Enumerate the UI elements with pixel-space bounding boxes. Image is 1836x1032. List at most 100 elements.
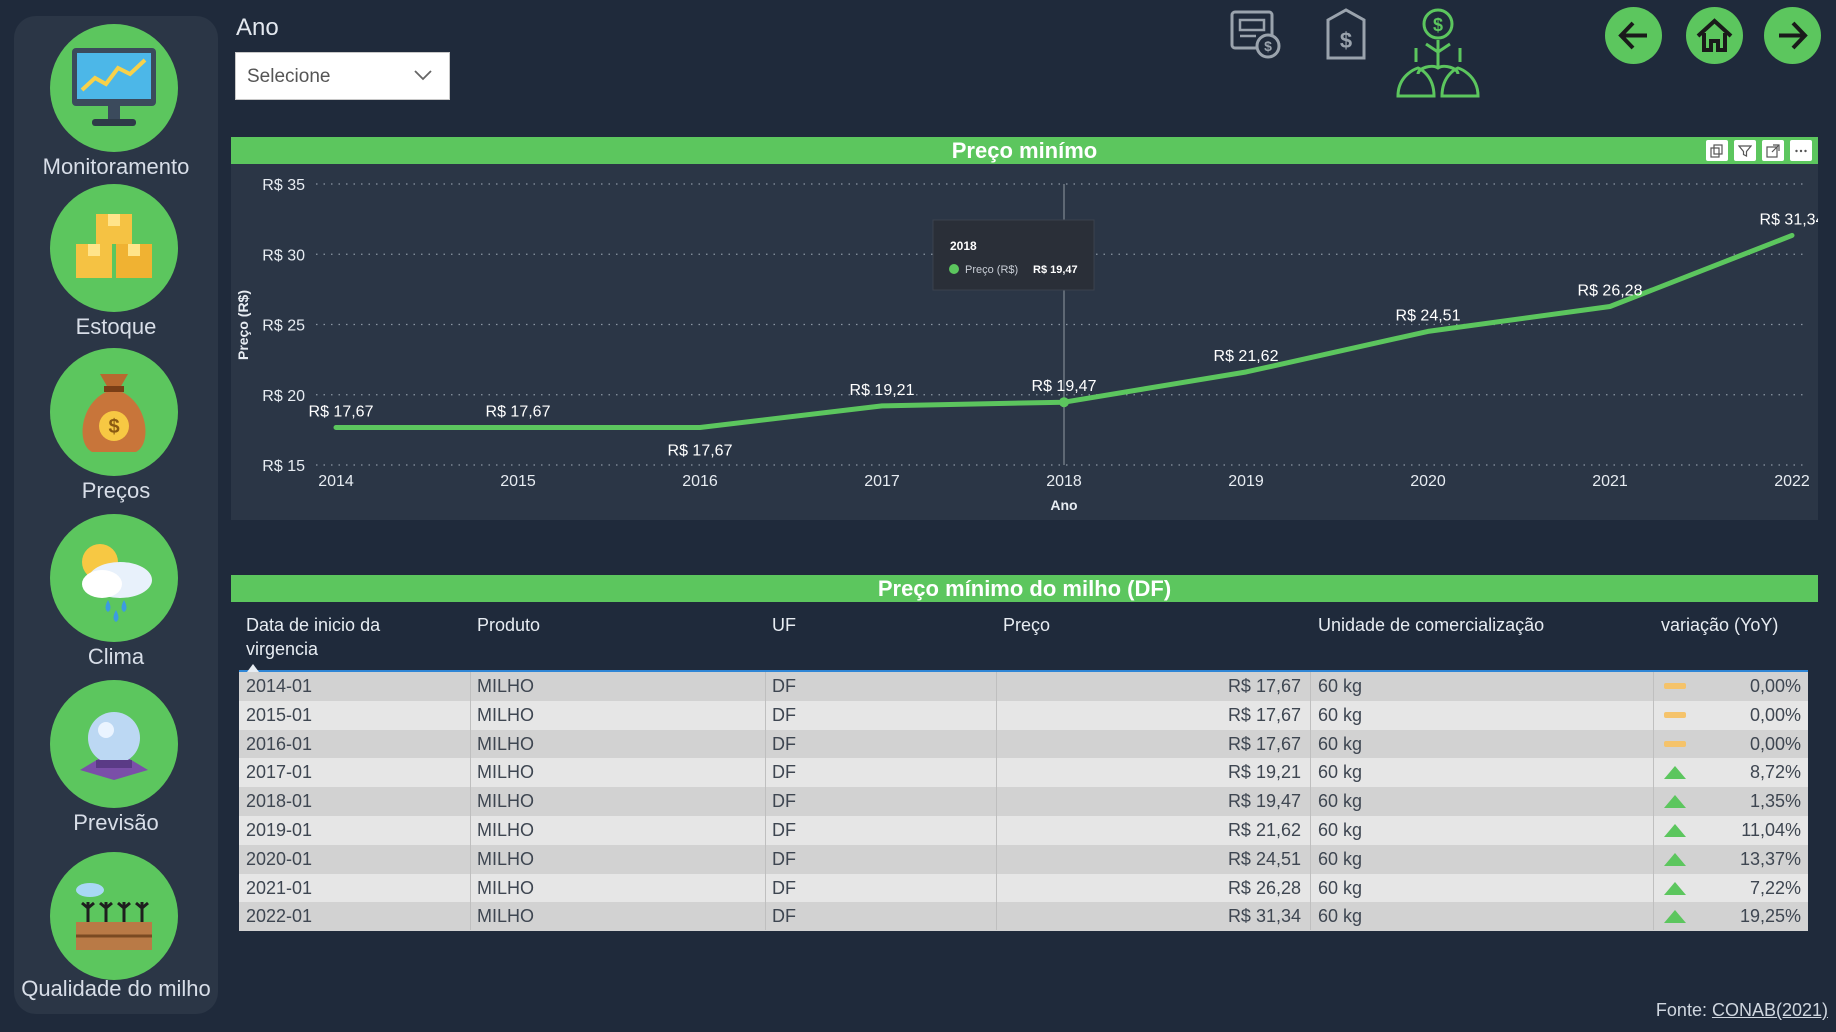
cell-product: MILHO <box>477 733 535 754</box>
cell-uf: DF <box>772 704 796 725</box>
money-bag-icon: $ <box>50 348 178 476</box>
cell-price: R$ 26,28 <box>1227 877 1301 898</box>
cell-price: R$ 17,67 <box>1227 704 1301 725</box>
cell-product: MILHO <box>477 676 535 696</box>
invoice-money-icon[interactable]: $ <box>1226 6 1284 67</box>
table-row[interactable]: 2017-01 MILHO DF R$ 19,21 60 kg 8,72% <box>239 758 1808 788</box>
cell-price: R$ 17,67 <box>1227 733 1301 754</box>
cell-price: R$ 17,67 <box>1227 676 1301 696</box>
y-tick-label: R$ 15 <box>262 458 305 475</box>
forward-button[interactable] <box>1764 7 1821 64</box>
cell-product: MILHO <box>477 791 535 812</box>
cell-uf: DF <box>772 676 796 696</box>
cell-product: MILHO <box>477 704 535 725</box>
y-axis-title: Preço (R$) <box>235 290 251 360</box>
line-chart-panel: R$ 15 R$ 20 R$ 25 R$ 30 R$ 35 2014 2015 2016 201… <box>231 164 1818 520</box>
cell-date: 2017-01 <box>246 762 313 783</box>
sidebar-item-qualidade-do-milho[interactable]: Qualidade do milho <box>14 852 218 1012</box>
cell-yoy: 0,00% <box>1749 733 1801 754</box>
cell-uf: DF <box>772 848 796 869</box>
weather-icon <box>50 514 178 642</box>
column-header-date[interactable]: Data de inicio da virgencia <box>246 613 426 672</box>
table-row[interactable]: 2018-01 MILHO DF R$ 19,47 60 kg 1,35% <box>239 787 1808 817</box>
tooltip-box <box>932 219 1095 291</box>
filter-icon[interactable] <box>1734 140 1756 161</box>
sidebar-item-estoque[interactable]: Estoque <box>14 184 218 354</box>
cell-yoy: 8,72% <box>1749 762 1801 783</box>
cell-product: MILHO <box>477 877 535 898</box>
cell-uf: DF <box>772 877 796 898</box>
sidebar-item-clima[interactable]: Clima <box>14 514 218 684</box>
cell-date: 2022-01 <box>246 906 313 927</box>
cell-price: R$ 21,62 <box>1227 820 1301 840</box>
table-row[interactable]: 2014-01 MILHO DF R$ 17,67 60 kg 0,00% <box>239 672 1808 701</box>
home-button[interactable] <box>1686 7 1743 64</box>
column-header-unit[interactable]: Unidade de comercialização <box>1318 613 1544 637</box>
sidebar-item-monitoramento[interactable]: Monitoramento <box>14 24 218 194</box>
table-row[interactable]: 2016-01 MILHO DF R$ 17,67 60 kg 0,00% <box>239 729 1808 759</box>
trend-up-icon <box>1664 824 1686 837</box>
sidebar-item-previsao[interactable]: Previsão <box>14 680 218 860</box>
x-tick-label: 2019 <box>1228 473 1264 490</box>
trend-up-icon <box>1664 881 1686 895</box>
copy-icon[interactable] <box>1706 140 1728 161</box>
trend-neutral-icon <box>1664 740 1686 747</box>
column-header-uf[interactable]: UF <box>772 613 796 637</box>
cell-date: 2018-01 <box>246 791 313 812</box>
table-row[interactable]: 2022-01 MILHO DF R$ 31,34 60 kg 19,25% <box>239 902 1808 932</box>
data-label: R$ 21,62 <box>1214 348 1279 365</box>
boxes-icon <box>50 184 178 312</box>
column-divider <box>1310 672 1311 930</box>
cell-unit: 60 kg <box>1318 848 1363 869</box>
home-icon <box>1696 18 1733 52</box>
column-header-yoy[interactable]: variação (YoY) <box>1661 613 1778 637</box>
x-tick-label: 2020 <box>1410 473 1446 490</box>
cell-date: 2016-01 <box>246 733 313 754</box>
x-tick-label: 2018 <box>1046 473 1082 490</box>
back-button[interactable] <box>1605 7 1662 64</box>
cell-product: MILHO <box>477 906 535 927</box>
chart-header: Preço minímo <box>231 137 1818 164</box>
x-tick-label: 2015 <box>500 473 536 490</box>
data-label: R$ 17,67 <box>309 403 374 420</box>
year-filter-label: Ano <box>236 14 279 41</box>
money-growth-icon[interactable]: $ <box>1388 4 1488 107</box>
cell-unit: 60 kg <box>1318 877 1363 898</box>
source-link[interactable]: CONAB(2021) <box>1712 1000 1828 1020</box>
tooltip-series-marker <box>949 264 959 274</box>
table-row[interactable]: 2021-01 MILHO DF R$ 26,28 60 kg 7,22% <box>239 873 1808 903</box>
x-tick-label: 2017 <box>864 473 900 490</box>
trend-up-icon <box>1664 766 1686 780</box>
cell-yoy: 13,37% <box>1739 848 1801 869</box>
sidebar-item-precos[interactable]: $ Preços <box>14 348 218 518</box>
year-dropdown[interactable]: Selecione <box>235 52 450 100</box>
table-row[interactable]: 2019-01 MILHO DF R$ 21,62 60 kg 11,04% <box>239 816 1808 845</box>
focus-mode-icon[interactable] <box>1762 140 1784 161</box>
line-chart: R$ 15 R$ 20 R$ 25 R$ 30 R$ 35 2014 2015 2016 201… <box>235 177 1818 513</box>
sort-ascending-icon <box>247 664 259 672</box>
cell-unit: 60 kg <box>1318 820 1363 840</box>
y-tick-label: R$ 35 <box>262 177 305 194</box>
svg-text:$: $ <box>1433 15 1443 35</box>
more-options-icon[interactable] <box>1790 140 1812 161</box>
cell-price: R$ 24,51 <box>1227 848 1301 869</box>
sidebar-item-label: Preços <box>81 478 151 503</box>
data-label: R$ 24,51 <box>1396 307 1461 324</box>
data-label: R$ 19,21 <box>850 382 915 399</box>
y-tick-label: R$ 25 <box>262 318 305 335</box>
data-label: R$ 26,28 <box>1578 283 1643 300</box>
data-label: R$ 19,47 <box>1032 378 1097 395</box>
source-footer: Fonte: CONAB(2021) <box>1656 1000 1828 1021</box>
dollar-document-icon[interactable]: $ <box>1322 6 1370 67</box>
trend-up-icon <box>1664 910 1686 924</box>
column-header-product[interactable]: Produto <box>477 613 540 637</box>
trend-neutral-icon <box>1664 711 1686 718</box>
table-row[interactable]: 2015-01 MILHO DF R$ 17,67 60 kg 0,00% <box>239 700 1808 730</box>
column-header-price[interactable]: Preço <box>1003 613 1050 637</box>
column-header-label: Data de inicio da virgencia <box>246 615 381 659</box>
price-table: Data de inicio da virgencia Produto UF P… <box>239 608 1808 932</box>
column-divider <box>765 672 766 930</box>
source-prefix: Fonte: <box>1655 1000 1712 1020</box>
crystal-ball-icon <box>50 680 178 808</box>
table-row[interactable]: 2020-01 MILHO DF R$ 24,51 60 kg 13,37% <box>239 844 1808 874</box>
